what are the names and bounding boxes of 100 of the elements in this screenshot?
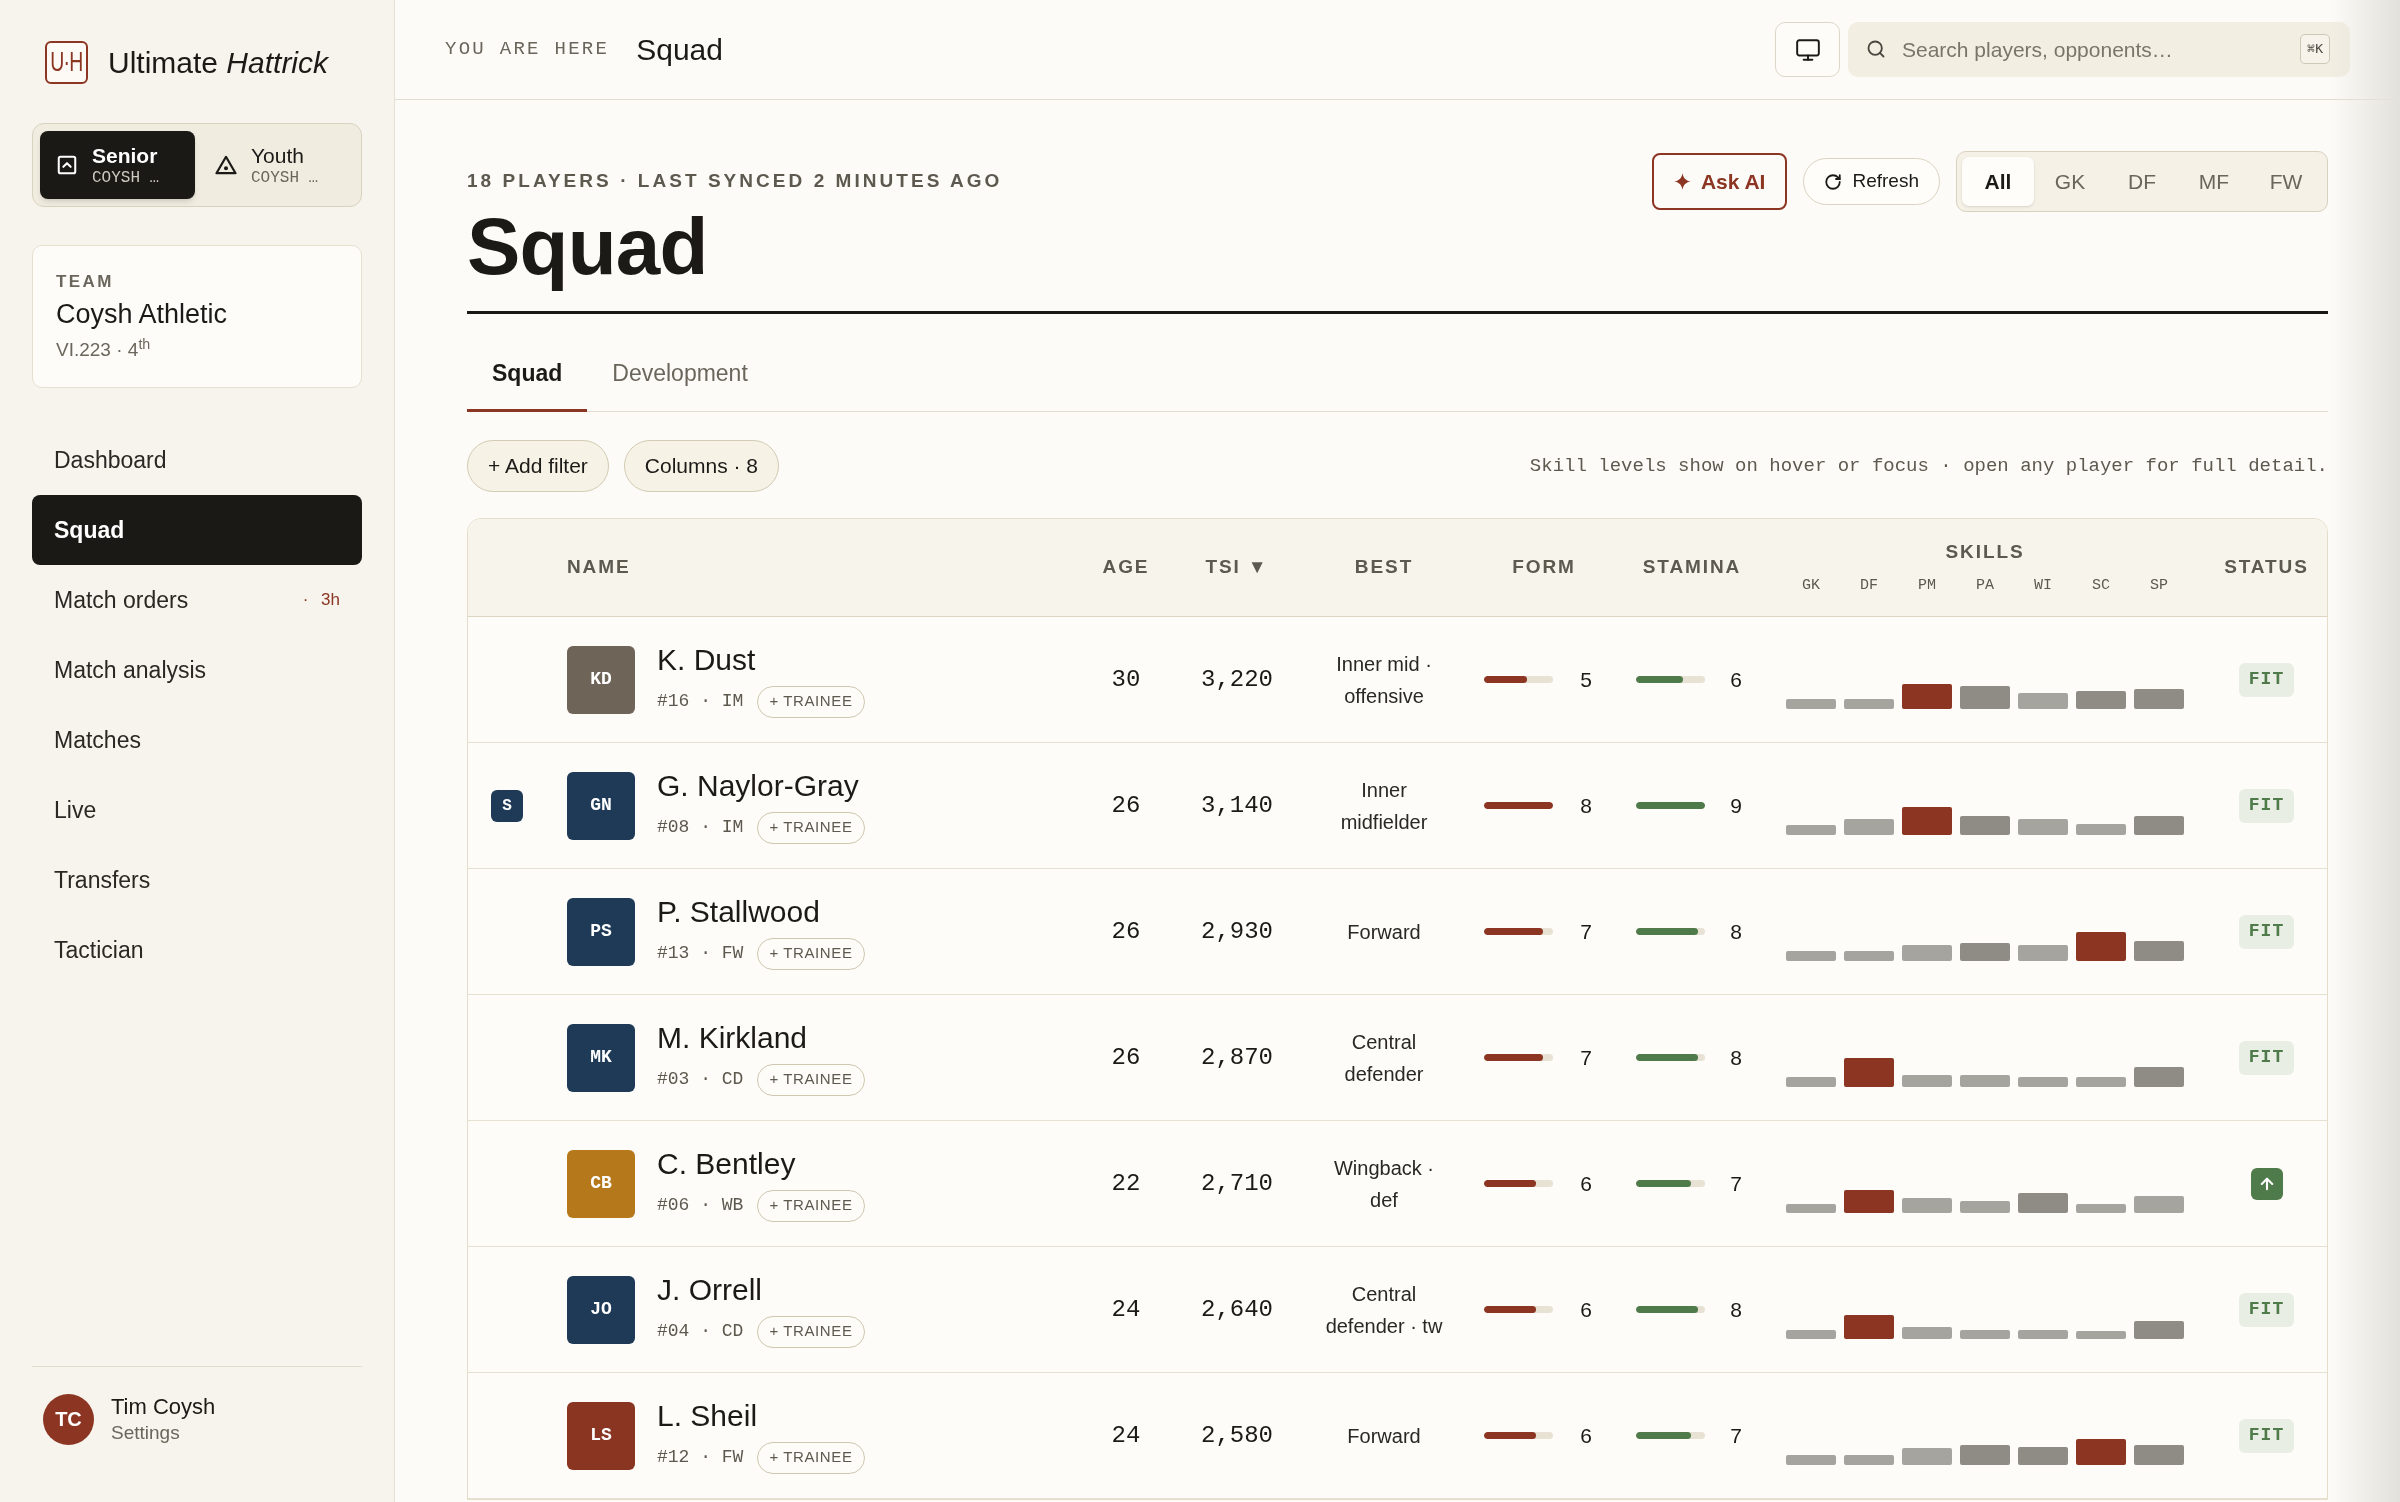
monitor-icon: [1794, 36, 1821, 63]
best-position: Forward: [1346, 1423, 1422, 1449]
nav-item[interactable]: Match orders · 3h: [32, 565, 362, 635]
column-header: SKILLS: [1945, 540, 2025, 563]
form-meter: [1484, 1306, 1553, 1313]
status-tag: FIT: [2238, 662, 2295, 697]
breadcrumb-label: YOU ARE HERE: [445, 37, 610, 63]
team-name: Coysh Athletic: [56, 298, 228, 330]
nav-item[interactable]: Dashboard: [32, 425, 362, 495]
player-name[interactable]: G. Naylor-Gray: [657, 767, 859, 804]
position-filter-option[interactable]: FW: [2250, 157, 2322, 206]
player-row[interactable]: PS P. Stallwood #13 · FW + TRAINEE 26 2,930 Forward 7 8 FIT: [468, 869, 2327, 995]
meter-value: 6: [1579, 1296, 1593, 1323]
refresh-button[interactable]: Refresh: [1803, 158, 1940, 205]
player-avatar: LS: [567, 1401, 635, 1470]
team-switch-option[interactable]: Senior COYSH …: [40, 131, 195, 199]
player-row[interactable]: CB C. Bentley #06 · WB + TRAINEE 22 2,710 Wingback · def 6 7: [468, 1121, 2327, 1247]
status-tag: FIT: [2238, 1418, 2295, 1453]
nav-item[interactable]: Match analysis: [32, 635, 362, 705]
skill-column-header: WI: [2034, 576, 2052, 595]
skill-column-header: DF: [1860, 576, 1878, 595]
stamina-meter: [1636, 1306, 1705, 1313]
squad-marker: S: [491, 789, 523, 822]
player-row[interactable]: LS L. Sheil #12 · FW + TRAINEE 24 2,580 Forward 6 7 FIT: [468, 1373, 2327, 1499]
player-age: 22: [1111, 1168, 1141, 1199]
status-tag: FIT: [2238, 788, 2295, 823]
player-row[interactable]: KD K. Dust #16 · IM + TRAINEE 30 3,220 Inner mid · offensive 5 6 FIT: [468, 617, 2327, 743]
best-position: Forward: [1346, 919, 1422, 945]
brand-name: Ultimate Hattrick: [108, 47, 329, 78]
player-row[interactable]: MK M. Kirkland #03 · CD + TRAINEE 26 2,870 Central defender 7 8 FIT: [468, 995, 2327, 1121]
player-age: 24: [1111, 1294, 1141, 1325]
stamina-meter: [1636, 1180, 1705, 1187]
form-meter: [1484, 676, 1553, 683]
position-filter-option[interactable]: GK: [2034, 157, 2106, 206]
position-filter-option[interactable]: MF: [2178, 157, 2250, 206]
refresh-icon: [1824, 172, 1843, 191]
skill-column-header: SC: [2092, 576, 2110, 595]
filter-pill[interactable]: Columns · 8: [623, 440, 779, 492]
nav-item[interactable]: Transfers: [32, 845, 362, 915]
meter-value: 6: [1579, 1422, 1593, 1449]
ask-ai-button[interactable]: Ask AI: [1651, 153, 1788, 210]
nav-item[interactable]: Matches: [32, 705, 362, 775]
skill-column-header: SP: [2150, 576, 2168, 595]
player-name[interactable]: K. Dust: [657, 641, 756, 678]
player-name[interactable]: J. Orrell: [657, 1271, 762, 1308]
meter-value: 8: [1729, 1296, 1743, 1323]
skill-column-header: PA: [1976, 576, 1994, 595]
display-button[interactable]: [1775, 22, 1840, 77]
player-avatar: CB: [567, 1149, 635, 1218]
tab[interactable]: Development: [587, 338, 773, 412]
team-switch-option[interactable]: Youth COYSH …: [199, 131, 354, 199]
player-tsi: 3,140: [1201, 790, 1273, 821]
meter-value: 7: [1729, 1170, 1743, 1197]
player-name[interactable]: M. Kirkland: [657, 1019, 808, 1056]
nav-item[interactable]: Tactician: [32, 915, 362, 985]
settings-link[interactable]: Settings: [111, 1421, 180, 1445]
status-tag: FIT: [2238, 914, 2295, 949]
player-tsi: 3,220: [1201, 664, 1273, 695]
meter-value: 6: [1579, 1170, 1593, 1197]
meter-value: 7: [1579, 918, 1593, 945]
player-tsi: 2,580: [1201, 1420, 1273, 1451]
stamina-meter: [1636, 1432, 1705, 1439]
form-meter: [1484, 1432, 1553, 1439]
column-header: NAME: [567, 555, 631, 580]
player-name[interactable]: L. Sheil: [657, 1397, 758, 1434]
hint-text: Skill levels show on hover or focus · open any player for full detail.: [1529, 453, 2328, 479]
shortcut-key: ⌘K: [2300, 34, 2330, 64]
team-league: VI.223 · 4$^{th}$: [56, 338, 151, 362]
team-caption: TEAM: [56, 272, 114, 292]
stamina-meter: [1636, 1054, 1705, 1061]
player-number-position: #03 · CD: [657, 1068, 744, 1091]
player-row[interactable]: S GN G. Naylor-Gray #08 · IM + TRAINEE 26 3,140 Inner midfielder 8 9 FIT: [468, 743, 2327, 869]
position-filter-option[interactable]: All: [1962, 157, 2034, 206]
player-avatar: MK: [567, 1023, 635, 1092]
player-row[interactable]: JO J. Orrell #04 · CD + TRAINEE 24 2,640 Central defender · tw 6 8 FIT: [468, 1247, 2327, 1373]
meter-value: 7: [1579, 1044, 1593, 1071]
best-position: Central defender · tw: [1324, 1281, 1444, 1339]
stamina-meter: [1636, 802, 1705, 809]
player-name[interactable]: C. Bentley: [657, 1145, 796, 1182]
player-age: 26: [1111, 1042, 1141, 1073]
form-meter: [1484, 928, 1553, 935]
status-tag: FIT: [2238, 1292, 2295, 1327]
filter-pill[interactable]: + Add filter: [467, 440, 609, 492]
position-filter-option[interactable]: DF: [2106, 157, 2178, 206]
meter-value: 5: [1579, 666, 1593, 693]
player-name[interactable]: P. Stallwood: [657, 893, 820, 930]
player-avatar: KD: [567, 645, 635, 714]
tab[interactable]: Squad: [467, 338, 588, 412]
column-header: BEST: [1354, 555, 1414, 580]
nav-item[interactable]: Squad: [32, 495, 362, 565]
stamina-meter: [1636, 928, 1705, 935]
player-tsi: 2,870: [1201, 1042, 1273, 1073]
form-meter: [1484, 802, 1553, 809]
nav-item[interactable]: Live: [32, 775, 362, 845]
best-position: Inner midfielder: [1339, 777, 1429, 835]
column-header[interactable]: TSI ▼: [1205, 553, 1269, 582]
meter-value: 7: [1729, 1422, 1743, 1449]
player-tsi: 2,930: [1201, 916, 1273, 947]
logo-mark: U·H: [45, 41, 88, 84]
best-position: Inner mid · offensive: [1335, 651, 1433, 709]
